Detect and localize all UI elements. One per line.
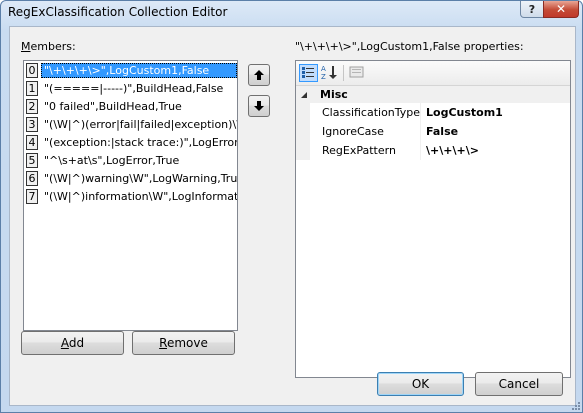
list-item[interactable]: 4 "(exception:|stack trace:)",LogError,T (25, 134, 237, 151)
list-item-value: "(exception:|stack trace:)",LogError,T (44, 136, 237, 149)
property-pages-icon (349, 66, 364, 78)
list-item-index: 3 (26, 117, 38, 132)
toolbar-separator (343, 65, 344, 81)
list-item-index: 6 (26, 171, 38, 186)
property-row-classificationtype[interactable]: ClassificationType LogCustom1 (296, 103, 570, 122)
list-item-index: 4 (26, 135, 38, 150)
list-item-value: "(\W|^)(error|fail|failed|exception)\W (44, 118, 237, 131)
property-value[interactable]: \+\+\+\> (426, 141, 479, 160)
properties-heading: "\+\+\+\>",LogCustom1,False properties: (295, 40, 524, 53)
list-item-value: "\+\+\+\>",LogCustom1,False (41, 63, 237, 78)
property-row-regexpattern[interactable]: RegExPattern \+\+\+\> (296, 141, 570, 160)
property-name: RegExPattern (322, 144, 396, 157)
down-arrow-icon (254, 101, 264, 111)
property-gutter (296, 103, 310, 122)
list-item[interactable]: 0 "\+\+\+\>",LogCustom1,False (25, 62, 237, 79)
collection-editor-window: RegExClassification Collection Editor ? … (0, 0, 583, 413)
dialog-client-area: Members: 0 "\+\+\+\>",LogCustom1,False 1… (9, 26, 576, 406)
property-grid-toolbar: A Z (296, 61, 570, 86)
list-item-value: "^\s+at\s",LogError,True (44, 154, 180, 167)
category-label: Misc (320, 88, 348, 101)
move-down-button[interactable] (248, 95, 270, 117)
categorized-icon (302, 67, 314, 78)
list-item[interactable]: 7 "(\W|^)information\W",LogInformat (25, 188, 237, 205)
property-divider (420, 122, 421, 141)
list-item-index: 2 (26, 99, 38, 114)
list-item[interactable]: 6 "(\W|^)warning\W",LogWarning,Tru (25, 170, 237, 187)
list-item-value: "(\W|^)information\W",LogInformat (44, 190, 237, 203)
property-divider (420, 141, 421, 160)
property-row-ignorecase[interactable]: IgnoreCase False (296, 122, 570, 141)
members-label: Members: (21, 40, 76, 53)
list-item[interactable]: 1 "(=====|-----)",BuildHead,False (25, 80, 237, 97)
collapse-triangle-icon[interactable] (300, 91, 308, 99)
list-item-value: "(\W|^)warning\W",LogWarning,Tru (44, 172, 237, 185)
close-button[interactable]: ✕ (543, 1, 579, 18)
list-item-value: "0 failed",BuildHead,True (44, 100, 182, 113)
property-gutter (296, 141, 310, 160)
property-divider (420, 103, 421, 122)
property-pages-button[interactable] (348, 64, 367, 82)
list-item[interactable]: 3 "(\W|^)(error|fail|failed|exception)\W (25, 116, 237, 133)
window-title: RegExClassification Collection Editor (8, 5, 228, 19)
remove-button[interactable]: Remove (132, 331, 235, 355)
list-item-index: 5 (26, 153, 38, 168)
list-item-index: 7 (26, 189, 38, 204)
list-item-index: 0 (26, 63, 38, 78)
list-item[interactable]: 5 "^\s+at\s",LogError,True (25, 152, 237, 169)
sort-alphabetical-icon: A Z (321, 65, 337, 81)
category-row-misc[interactable]: Misc (296, 86, 570, 103)
list-item-value: "(=====|-----)",BuildHead,False (44, 82, 224, 95)
resize-grip-icon[interactable] (571, 401, 581, 411)
alphabetical-view-button[interactable]: A Z (320, 64, 339, 82)
add-button[interactable]: Add (21, 331, 124, 355)
list-item[interactable]: 2 "0 failed",BuildHead,True (25, 98, 237, 115)
move-up-button[interactable] (248, 64, 270, 86)
property-grid[interactable]: A Z Misc ClassificationType LogCustom1 I… (295, 60, 571, 378)
members-list[interactable]: 0 "\+\+\+\>",LogCustom1,False 1 "(=====|… (23, 60, 238, 331)
svg-text:A: A (321, 65, 326, 73)
list-item-index: 1 (26, 81, 38, 96)
cancel-button[interactable]: Cancel (475, 372, 563, 396)
categorized-view-button[interactable] (299, 64, 318, 82)
up-arrow-icon (254, 70, 264, 80)
property-gutter (296, 122, 310, 141)
property-name: IgnoreCase (322, 125, 384, 138)
property-value[interactable]: False (426, 122, 458, 141)
ok-button[interactable]: OK (377, 372, 464, 396)
svg-text:Z: Z (321, 73, 326, 80)
property-value[interactable]: LogCustom1 (426, 103, 503, 122)
property-name: ClassificationType (322, 106, 421, 119)
help-button[interactable]: ? (520, 1, 544, 18)
